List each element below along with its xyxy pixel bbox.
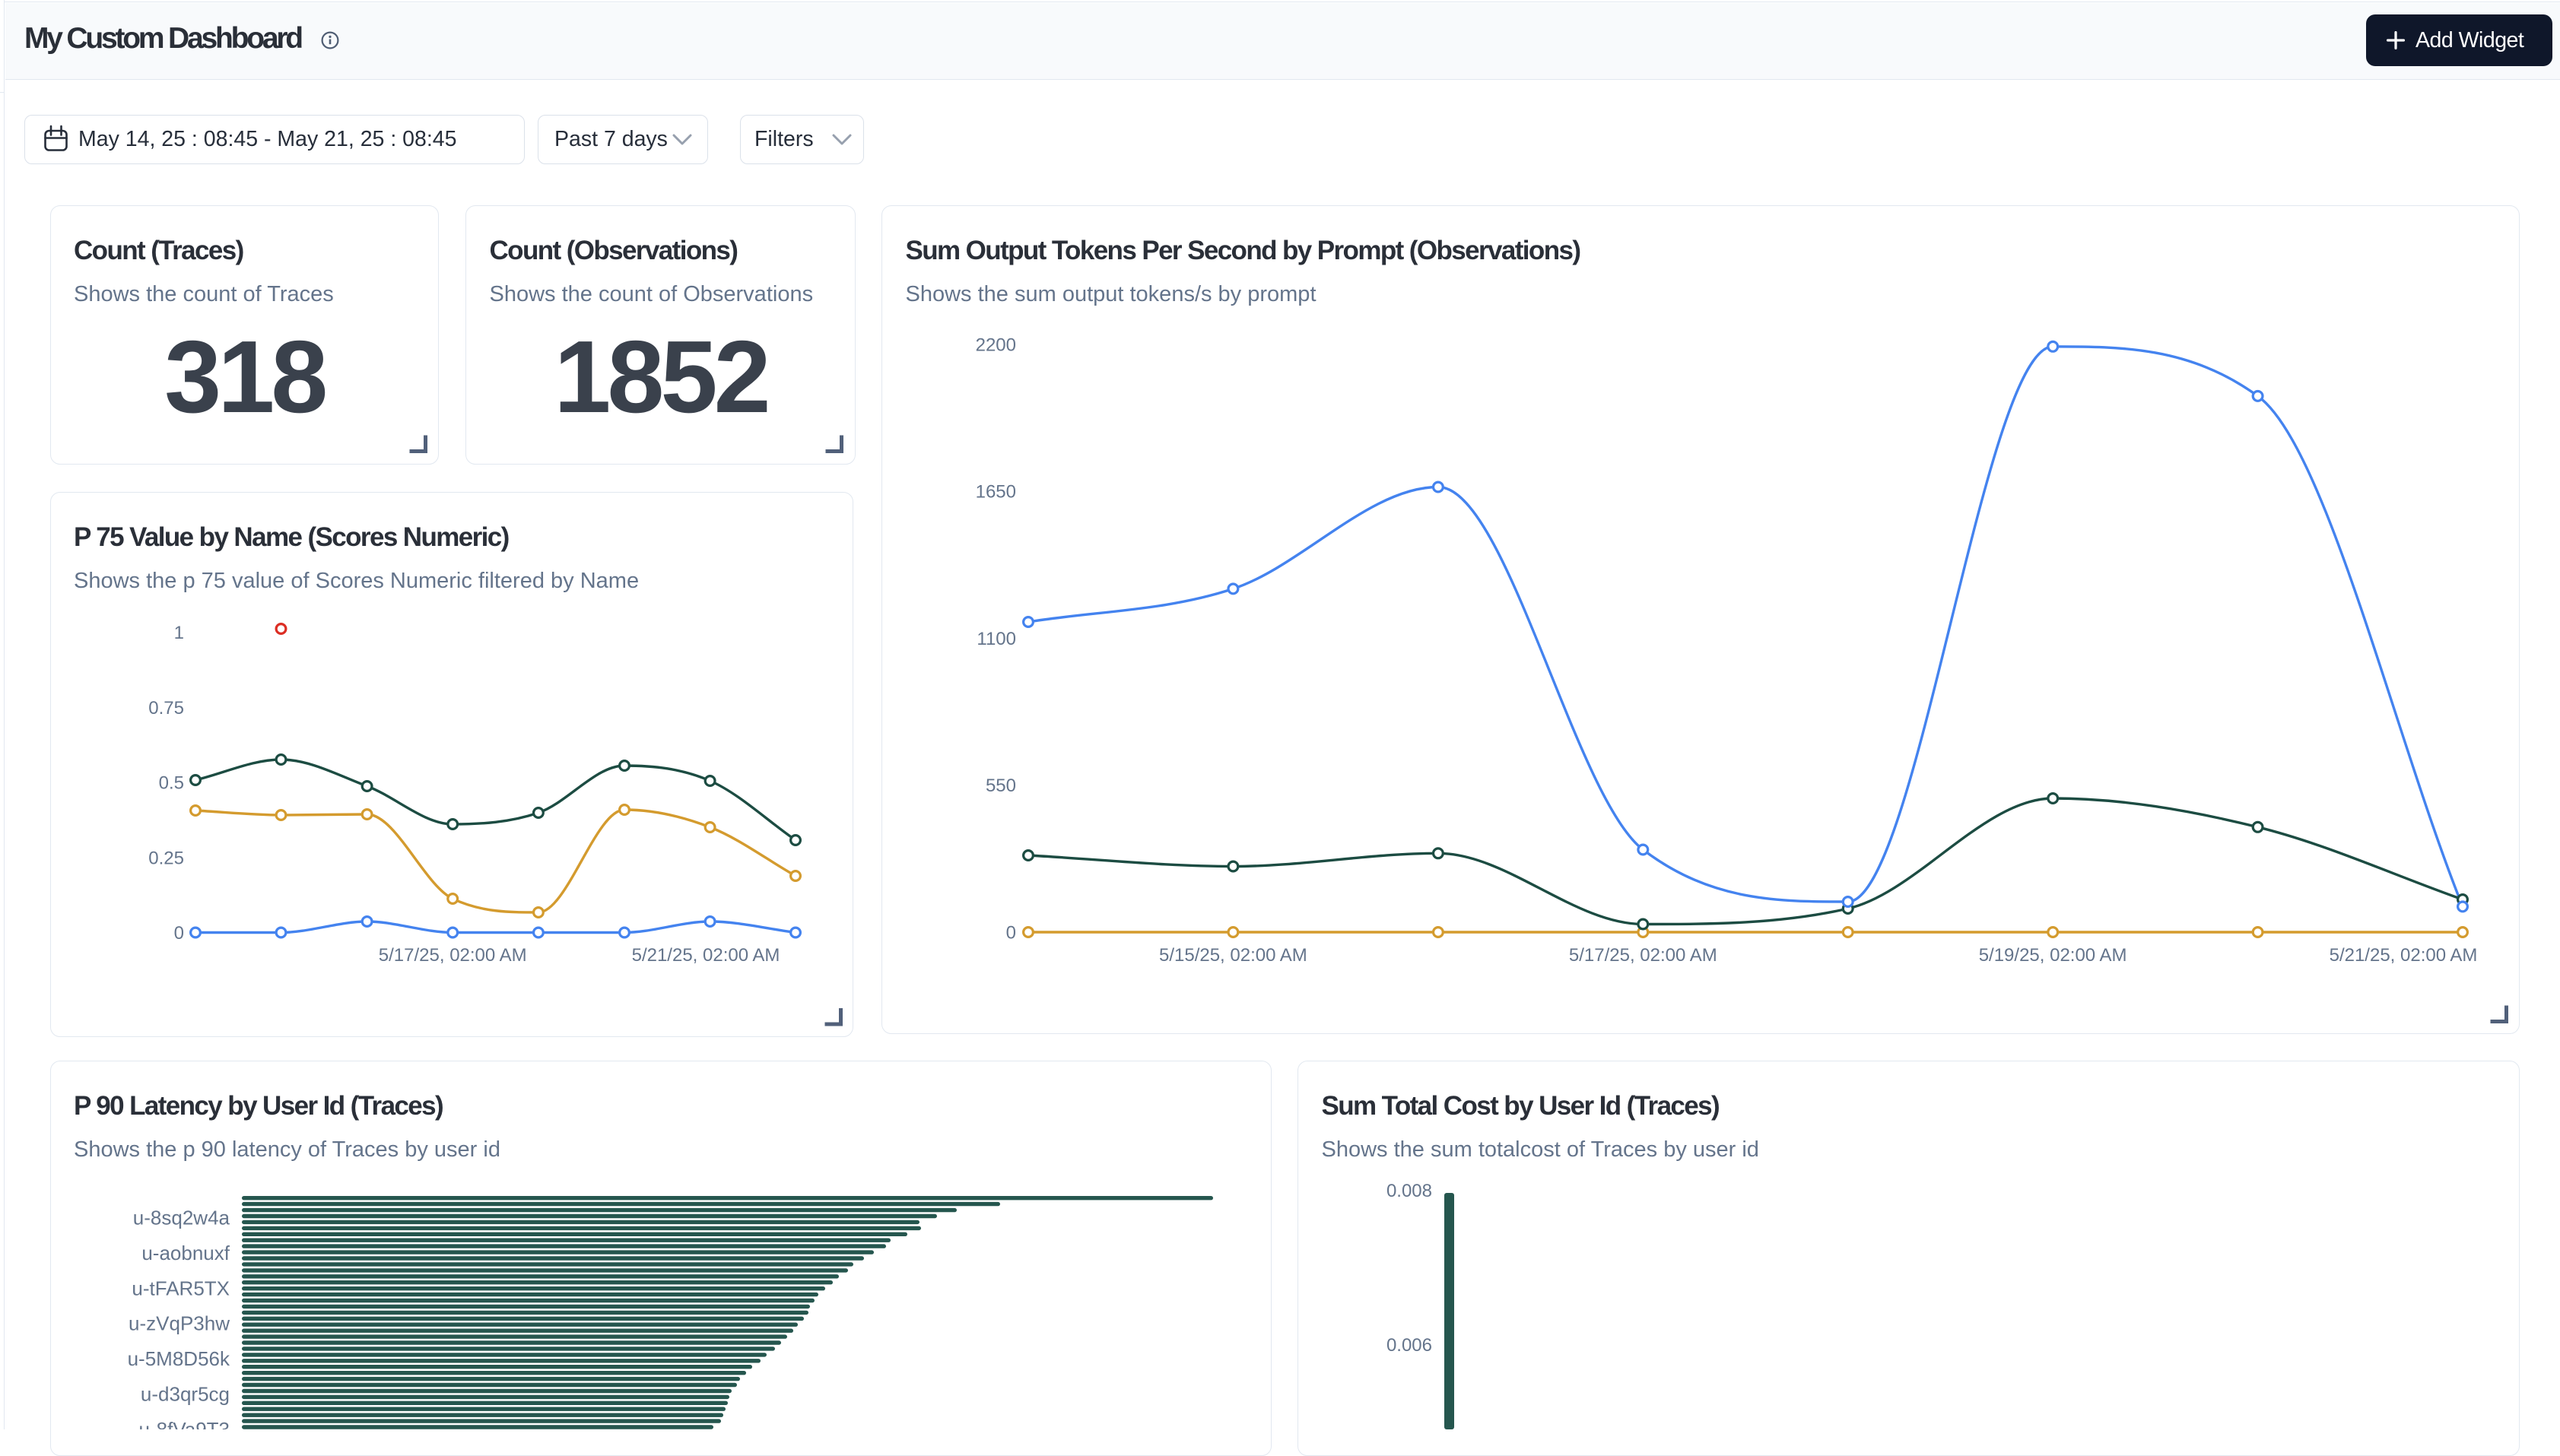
svg-text:u-d3qr5cg: u-d3qr5cg (141, 1383, 230, 1406)
svg-text:0: 0 (1006, 923, 1016, 944)
svg-text:5/17/25, 02:00 AM: 5/17/25, 02:00 AM (379, 945, 527, 966)
svg-text:5/21/25, 02:00 AM: 5/21/25, 02:00 AM (632, 945, 780, 966)
svg-text:1: 1 (174, 623, 184, 643)
svg-text:0.008: 0.008 (1386, 1181, 1432, 1201)
svg-text:5/21/25, 02:00 AM: 5/21/25, 02:00 AM (2330, 945, 2478, 966)
svg-text:u-8sq2w4a: u-8sq2w4a (133, 1207, 230, 1229)
svg-text:u-zVqP3hw: u-zVqP3hw (129, 1312, 230, 1335)
svg-text:550: 550 (986, 776, 1016, 796)
svg-text:0: 0 (174, 923, 184, 944)
svg-text:u-8fVa9T3: u-8fVa9T3 (139, 1418, 230, 1429)
svg-text:1650: 1650 (976, 482, 1016, 503)
svg-text:2200: 2200 (976, 335, 1016, 355)
svg-text:5/15/25, 02:00 AM: 5/15/25, 02:00 AM (1159, 945, 1307, 966)
svg-text:u-5M8D56k: u-5M8D56k (128, 1347, 230, 1370)
svg-text:5/19/25, 02:00 AM: 5/19/25, 02:00 AM (1979, 945, 2127, 966)
svg-text:u-tFAR5TX: u-tFAR5TX (132, 1277, 230, 1299)
svg-text:0.006: 0.006 (1386, 1335, 1432, 1356)
svg-text:0.75: 0.75 (148, 698, 184, 718)
svg-text:u-aobnuxf: u-aobnuxf (141, 1242, 230, 1264)
svg-text:0.5: 0.5 (159, 773, 184, 794)
svg-text:0.25: 0.25 (148, 848, 184, 868)
svg-text:1100: 1100 (977, 629, 1016, 649)
svg-text:5/17/25, 02:00 AM: 5/17/25, 02:00 AM (1569, 945, 1717, 966)
